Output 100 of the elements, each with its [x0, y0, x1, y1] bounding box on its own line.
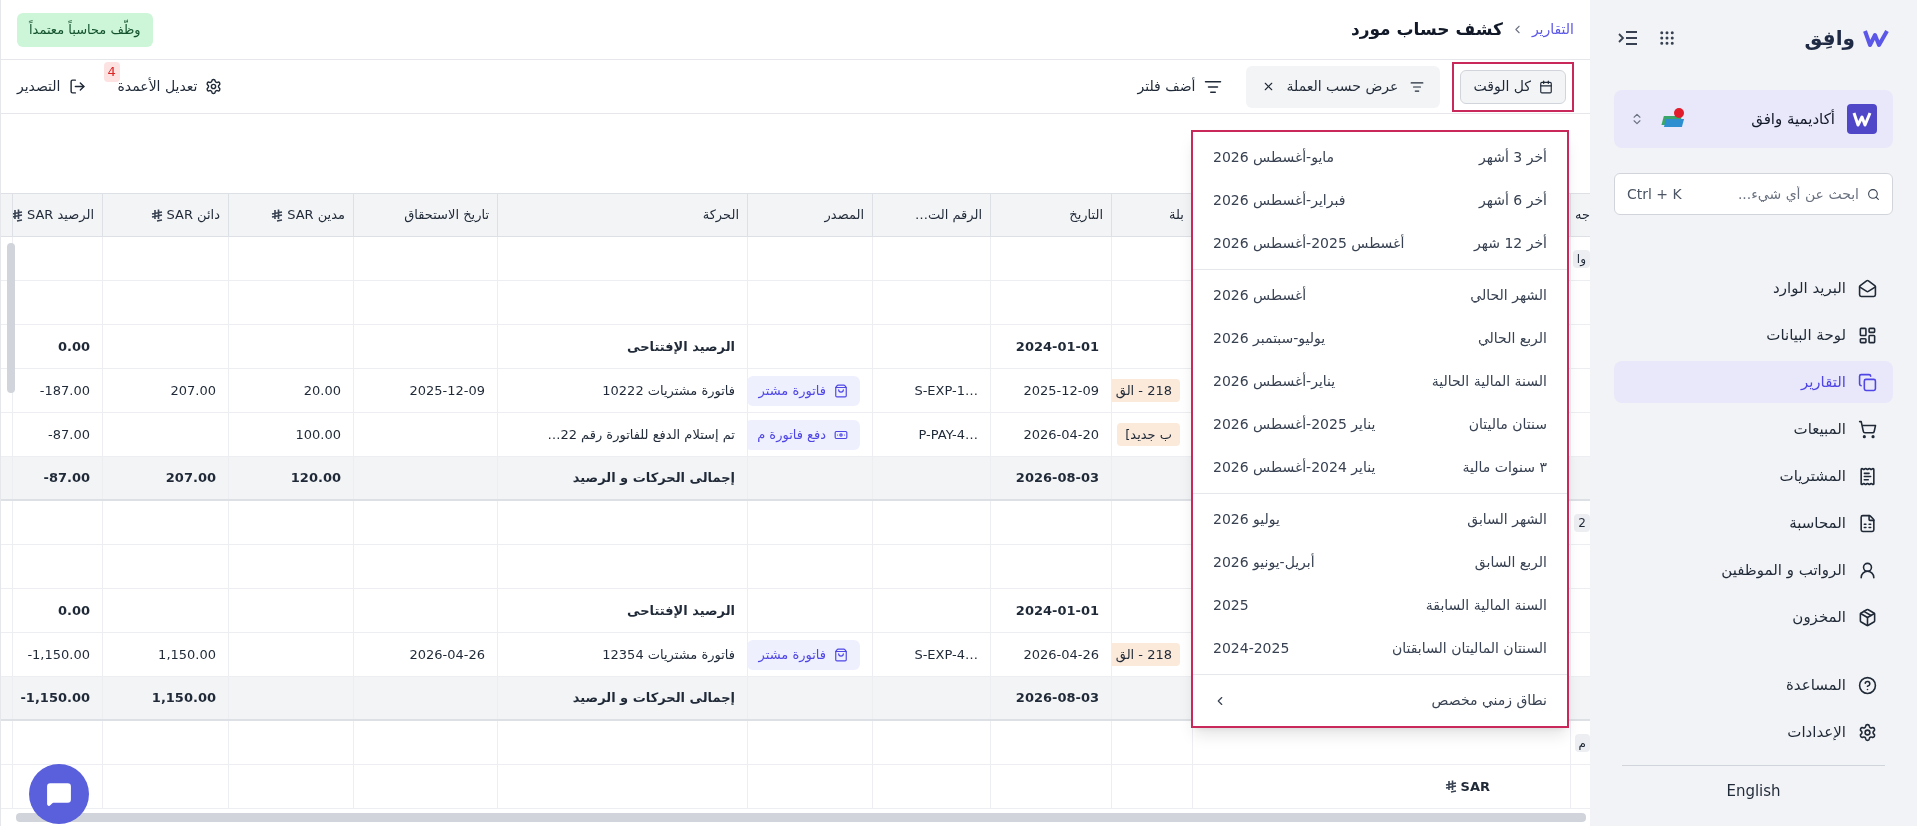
table-cell-text: الرصيد الإفتتاحى: [627, 337, 735, 356]
menu-item[interactable]: الشهر السابق يوليو 2026: [1193, 498, 1567, 541]
table-cell-text: 2024-01-01: [1015, 337, 1099, 356]
column-header[interactable]: بلة: [1169, 205, 1184, 225]
envelope-icon: [1858, 278, 1877, 298]
edit-columns-button[interactable]: تعديل الأعمدة: [117, 76, 223, 97]
vertical-scrollbar[interactable]: [7, 243, 15, 393]
receipt-icon: [1858, 466, 1877, 486]
nav-item[interactable]: التقارير: [1614, 361, 1893, 403]
source-tag[interactable]: دفع فاتورة م: [748, 419, 860, 450]
column-header[interactable]: التاريخ: [1069, 205, 1103, 225]
column-header[interactable]: الحركة: [702, 205, 739, 225]
currency-label: SAR: [1444, 776, 1490, 797]
horizontal-scrollbar[interactable]: [16, 813, 1586, 822]
nav-item[interactable]: الرواتب و الموظفين: [1614, 549, 1893, 591]
account-tag: 218 - الق: [1112, 378, 1180, 403]
cart-icon: [1858, 419, 1877, 439]
nav-item[interactable]: المبيعات: [1614, 408, 1893, 450]
chat-button[interactable]: [29, 764, 89, 824]
table-cell-text: 2026-04-26: [409, 645, 485, 664]
nav-item[interactable]: الإعدادات: [1614, 711, 1893, 753]
menu-item[interactable]: أخر 3 أشهر مايو-أغسطس 2026: [1193, 136, 1567, 179]
table-cell-text: S-EXP-1…: [914, 381, 978, 400]
table-cell-text: 207.00: [170, 381, 216, 400]
source-tag[interactable]: فاتورة مشتر: [748, 375, 860, 406]
nav-item[interactable]: المساعدة: [1614, 664, 1893, 706]
column-header[interactable]: الرقم الت…: [914, 205, 982, 225]
table-cell-text: 2025-12-09: [409, 381, 485, 400]
column-header[interactable]: جه: [1575, 205, 1590, 225]
table-cell-text: 2026-08-03: [1015, 469, 1099, 488]
nav-item[interactable]: المحاسبة: [1614, 502, 1893, 544]
breadcrumb-link[interactable]: التقارير: [1531, 19, 1574, 40]
date-filter-button[interactable]: كل الوقت: [1460, 69, 1566, 104]
table-cell-text: 2026-04-26: [1023, 645, 1099, 664]
column-header[interactable]: المصدر: [824, 205, 864, 225]
menu-item[interactable]: ٣ سنوات مالية يناير 2024-أغسطس 2026: [1193, 446, 1567, 489]
language-link[interactable]: English: [1726, 780, 1781, 803]
account-tag: 218 - الق: [1112, 642, 1180, 667]
nav-item[interactable]: المشتريات: [1614, 455, 1893, 497]
table-cell-text: 0.00: [57, 601, 90, 620]
export-button[interactable]: التصدير: [17, 76, 86, 97]
bag-icon: [834, 383, 848, 398]
table-cell-text: P-PAY-4…: [918, 425, 978, 444]
table-cell-text: إجمالى الحركات و الرصيد: [572, 469, 735, 488]
account-tag: ب جديد]: [1117, 422, 1180, 447]
calendar-icon: [1539, 79, 1553, 94]
count-badge: 4: [103, 62, 120, 82]
add-filter-button[interactable]: أضف فلتر: [1125, 76, 1234, 97]
group-tag: 2: [1574, 513, 1590, 532]
shortcut-hint: Ctrl + K: [1627, 184, 1682, 204]
column-header[interactable]: تاريخ الاستحقاق: [404, 205, 489, 225]
menu-item[interactable]: السنة المالية الحالية يناير-أغسطس 2026: [1193, 360, 1567, 403]
settings-icon: [205, 78, 223, 95]
export-icon: [68, 78, 86, 95]
menu-item[interactable]: أخر 12 شهر أغسطس 2025-أغسطس 2026: [1193, 222, 1567, 265]
table-cell-text: 2026-08-03: [1015, 689, 1099, 708]
table-cell-text: S-EXP-4…: [914, 645, 978, 664]
help-icon: [1858, 675, 1877, 695]
menu-item[interactable]: الشهر الحالي أغسطس 2026: [1193, 274, 1567, 317]
source-tag[interactable]: فاتورة مشتر: [748, 639, 860, 670]
table-cell-text: فاتورة مشتريات 12354: [602, 645, 735, 665]
table-cell-text: إجمالى الحركات و الرصيد: [572, 689, 735, 708]
nav-item[interactable]: المخزون: [1614, 596, 1893, 638]
table-cell-text: فاتورة مشتريات 10222: [602, 381, 735, 401]
menu-item[interactable]: الربع الحالي يوليو-سبتمبر 2026: [1193, 317, 1567, 360]
filter-label: عرض حسب العملة: [1286, 77, 1399, 97]
apps-grid-icon[interactable]: [1658, 29, 1676, 47]
promo-button[interactable]: وظّف محاسباً معتمداً: [17, 12, 153, 47]
chat-icon: [46, 781, 72, 807]
bag-icon: [834, 647, 848, 662]
organization-switcher[interactable]: أكاديمية وافق: [1614, 90, 1893, 148]
filter-chip[interactable]: عرض حسب العملة: [1245, 65, 1441, 108]
column-header[interactable]: دائن SAR: [166, 205, 220, 225]
organization-logo-icon: [1847, 104, 1877, 134]
table-cell-text: -1,150.00: [27, 645, 90, 664]
table-cell-text: 1,150.00: [158, 645, 216, 664]
table-cell-text: 20.00: [303, 381, 341, 400]
search-icon: [1867, 187, 1880, 201]
spreadsheet-icon: [1858, 513, 1877, 533]
currency-icon: [1444, 780, 1457, 793]
column-header[interactable]: مدين SAR: [287, 205, 345, 225]
nav-item[interactable]: لوحة البيانات: [1614, 314, 1893, 356]
copy-icon: [1858, 372, 1877, 392]
table-cell-text: 207.00: [165, 469, 216, 488]
column-header[interactable]: الرصيد SAR: [26, 205, 94, 225]
table-cell-text: 2024-01-01: [1015, 601, 1099, 620]
table-cell-text: الرصيد الإفتتاحى: [627, 601, 735, 620]
collapse-menu-icon[interactable]: [1618, 30, 1638, 46]
menu-item[interactable]: أخر 6 أشهر فبراير-أغسطس 2026: [1193, 179, 1567, 222]
table-cell-text: 100.00: [295, 425, 341, 444]
table-cell-text: -87.00: [43, 469, 90, 488]
table-cell-text: -1,150.00: [20, 689, 90, 708]
filter-icon: [1410, 79, 1425, 94]
menu-item[interactable]: الربع السابق أبريل-يونيو 2026: [1193, 541, 1567, 584]
logo-icon: [1863, 27, 1889, 49]
page-title: كشف حساب مورد: [1350, 17, 1503, 41]
table-cell-text: 120.00: [290, 469, 341, 488]
submenu-item[interactable]: نطاق زمني مخصص: [1193, 674, 1567, 726]
menu-item[interactable]: سنتان ماليتان يناير 2025-أغسطس 2026: [1193, 403, 1567, 446]
nav-item[interactable]: البريد الوارد: [1614, 267, 1893, 309]
